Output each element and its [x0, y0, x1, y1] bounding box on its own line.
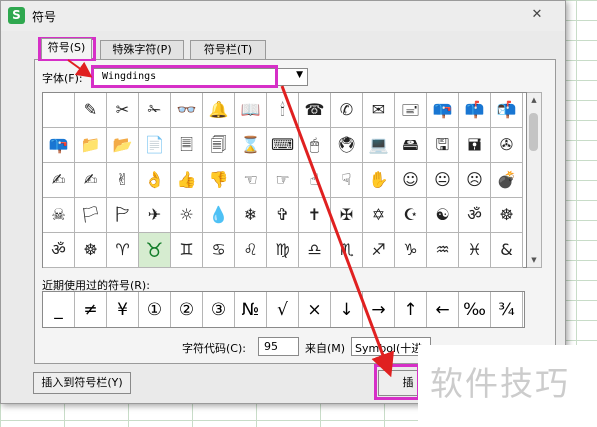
watermark-text: 软件技巧 [418, 345, 597, 427]
arrow-to-insert-button [280, 85, 395, 378]
arrow-to-font-select [67, 59, 93, 78]
tab-symbols[interactable]: 符号(S) [41, 38, 92, 59]
